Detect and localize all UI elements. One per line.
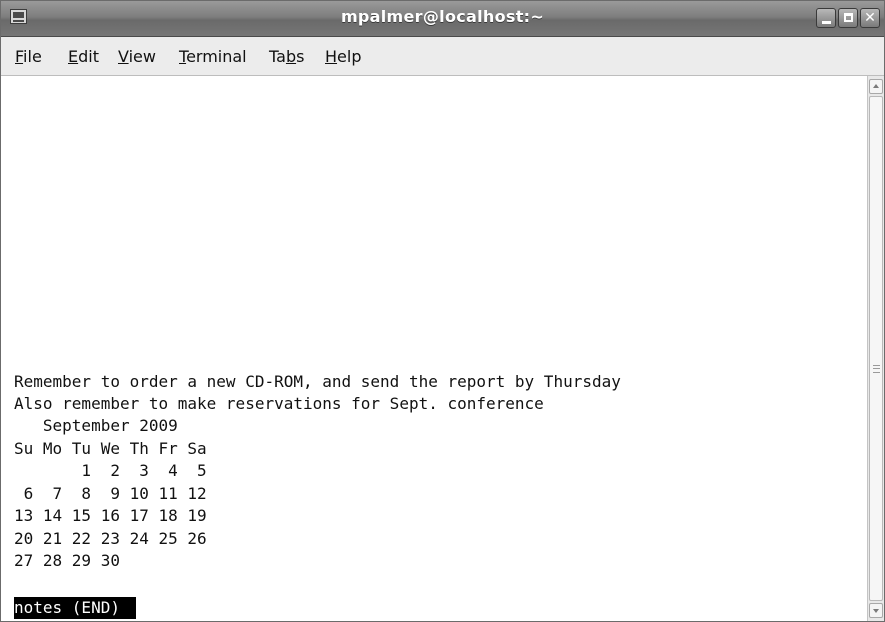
menu-file-mnemonic: F [15, 47, 24, 66]
menu-edit-mnemonic: E [68, 47, 79, 66]
menu-tabs-label-pre: Ta [269, 47, 286, 66]
menu-edit-label: dit [78, 47, 99, 66]
scrollbar-thumb[interactable] [869, 96, 883, 601]
calendar-weekday-row: Su Mo Tu We Th Fr Sa [14, 439, 207, 458]
menu-bar: File Edit View Terminal Tabs Help [1, 37, 884, 76]
maximize-button[interactable] [838, 8, 858, 28]
maximize-icon [844, 13, 853, 22]
vertical-scrollbar[interactable] [867, 76, 884, 621]
menu-terminal-mnemonic: T [179, 47, 187, 66]
terminal-output[interactable]: Remember to order a new CD-ROM, and send… [1, 76, 868, 621]
calendar-week-row: 27 28 29 30 [14, 551, 120, 570]
calendar-month-header: September 2009 [14, 416, 178, 435]
terminal-window: mpalmer@localhost:~ ✕ File Edit View Ter… [0, 0, 885, 622]
scrollbar-grip-icon [873, 365, 880, 373]
calendar-week-row: 1 2 3 4 5 [14, 461, 207, 480]
menu-help-label: elp [337, 47, 362, 66]
close-button[interactable]: ✕ [860, 8, 880, 28]
title-bar[interactable]: mpalmer@localhost:~ ✕ [1, 1, 884, 37]
menu-tabs-mnemonic: b [285, 47, 297, 66]
menu-terminal[interactable]: Terminal [179, 47, 247, 66]
menu-view-label: iew [128, 47, 156, 66]
pager-status-line: notes (END) [14, 597, 136, 619]
scroll-up-button[interactable] [869, 79, 883, 94]
scroll-down-button[interactable] [869, 603, 883, 618]
menu-file[interactable]: File [15, 47, 42, 66]
minimize-icon [822, 21, 831, 24]
menu-edit[interactable]: Edit [68, 47, 99, 66]
menu-view[interactable]: View [118, 47, 156, 66]
menu-terminal-label: erminal [186, 47, 247, 66]
menu-view-mnemonic: V [118, 47, 129, 66]
menu-tabs-label: s [296, 47, 305, 66]
menu-file-label: ile [23, 47, 42, 66]
terminal-line: Remember to order a new CD-ROM, and send… [14, 372, 621, 391]
menu-help-mnemonic: H [325, 47, 338, 66]
calendar-week-row: 20 21 22 23 24 25 26 [14, 529, 207, 548]
minimize-button[interactable] [816, 8, 836, 28]
window-title: mpalmer@localhost:~ [340, 7, 545, 26]
calendar-week-row: 6 7 8 9 10 11 12 [14, 484, 207, 503]
close-icon: ✕ [864, 10, 876, 26]
menu-tabs[interactable]: Tabs [269, 47, 304, 66]
terminal-line: Also remember to make reservations for S… [14, 394, 544, 413]
calendar-week-row: 13 14 15 16 17 18 19 [14, 506, 207, 525]
menu-help[interactable]: Help [325, 47, 361, 66]
